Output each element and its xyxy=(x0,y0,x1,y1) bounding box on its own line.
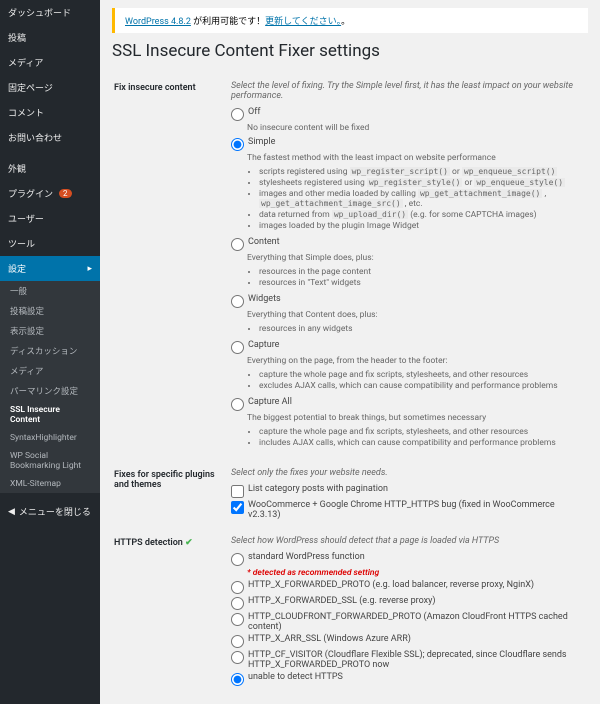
fixes2-desc: Select only the fixes your website needs… xyxy=(231,468,586,478)
radio-capture[interactable] xyxy=(231,341,244,354)
content-list: resources in the page contentresources i… xyxy=(259,267,586,288)
capture-desc: Everything on the page, from the header … xyxy=(247,356,586,366)
https-heading: HTTPS detection ✔ xyxy=(114,530,229,694)
radio-simple[interactable] xyxy=(231,138,244,151)
sidebar-item-tools[interactable]: ツール xyxy=(0,231,100,256)
radio-widgets[interactable] xyxy=(231,295,244,308)
collapse-icon: ◀ xyxy=(8,507,15,517)
check-icon: ✔ xyxy=(185,538,193,548)
simple-desc: The fastest method with the least impact… xyxy=(247,153,586,163)
admin-sidebar: ダッシュボード 投稿 メディア 固定ページ コメント お問い合わせ 外観 プラグ… xyxy=(0,0,100,704)
update-link[interactable]: 更新してください。 xyxy=(265,17,341,27)
sidebar-item-dashboard[interactable]: ダッシュボード xyxy=(0,0,100,25)
check-woo[interactable] xyxy=(231,501,244,514)
sidebar-item-contact[interactable]: お問い合わせ xyxy=(0,125,100,150)
radio-https-xfp[interactable] xyxy=(231,581,244,594)
radio-https-cloudfront[interactable] xyxy=(231,613,244,626)
sub-xmlsitemap[interactable]: XML-Sitemap xyxy=(0,475,100,493)
widgets-desc: Everything that Content does, plus: xyxy=(247,310,586,320)
radio-https-standard[interactable] xyxy=(231,553,244,566)
widgets-list: resources in any widgets xyxy=(259,324,586,334)
sidebar-item-settings[interactable]: 設定▸ xyxy=(0,256,100,281)
fix-heading: Fix insecure content xyxy=(114,75,229,460)
content-desc: Everything that Simple does, plus: xyxy=(247,253,586,263)
radio-https-unable[interactable] xyxy=(231,673,244,686)
sidebar-item-appearance[interactable]: 外観 xyxy=(0,156,100,181)
collapse-menu[interactable]: ◀ メニューを閉じる xyxy=(0,499,100,524)
radio-https-arr[interactable] xyxy=(231,635,244,648)
sub-writing[interactable]: 投稿設定 xyxy=(0,301,100,321)
sub-media[interactable]: メディア xyxy=(0,361,100,381)
radio-captureall[interactable] xyxy=(231,398,244,411)
wp-version-link[interactable]: WordPress 4.8.2 xyxy=(125,17,191,27)
chevron-right-icon: ▸ xyxy=(87,264,92,274)
sub-ssl-insecure[interactable]: SSL Insecure Content xyxy=(0,401,100,429)
radio-content[interactable] xyxy=(231,238,244,251)
main-content: WordPress 4.8.2 が利用可能です！更新してください。。 SSL I… xyxy=(100,0,600,704)
sidebar-item-plugins[interactable]: プラグイン2 xyxy=(0,181,100,206)
sidebar-item-users[interactable]: ユーザー xyxy=(0,206,100,231)
sub-general[interactable]: 一般 xyxy=(0,281,100,301)
sidebar-item-pages[interactable]: 固定ページ xyxy=(0,75,100,100)
recommended-label: * detected as recommended setting xyxy=(247,568,586,578)
radio-https-xfs[interactable] xyxy=(231,597,244,610)
update-notice: WordPress 4.8.2 が利用可能です！更新してください。。 xyxy=(112,8,588,33)
fix-desc: Select the level of fixing. Try the Simp… xyxy=(231,81,586,101)
check-listcat[interactable] xyxy=(231,485,244,498)
captureall-desc: The biggest potential to break things, b… xyxy=(247,413,586,423)
sidebar-item-comments[interactable]: コメント xyxy=(0,100,100,125)
page-title: SSL Insecure Content Fixer settings xyxy=(112,41,588,61)
sub-discussion[interactable]: ディスカッション xyxy=(0,341,100,361)
capture-list: capture the whole page and fix scripts, … xyxy=(259,370,586,391)
settings-submenu: 一般 投稿設定 表示設定 ディスカッション メディア パーマリンク設定 SSL … xyxy=(0,281,100,493)
off-desc: No insecure content will be fixed xyxy=(247,123,586,133)
sub-permalink[interactable]: パーマリンク設定 xyxy=(0,381,100,401)
fixes2-heading: Fixes for specific plugins and themes xyxy=(114,462,229,528)
plugin-update-badge: 2 xyxy=(59,189,72,198)
sidebar-item-posts[interactable]: 投稿 xyxy=(0,25,100,50)
sub-reading[interactable]: 表示設定 xyxy=(0,321,100,341)
https-desc: Select how WordPress should detect that … xyxy=(231,536,586,546)
sub-syntax[interactable]: SyntaxHighlighter xyxy=(0,429,100,447)
radio-https-cf[interactable] xyxy=(231,651,244,664)
sidebar-item-media[interactable]: メディア xyxy=(0,50,100,75)
sub-wpsocial[interactable]: WP Social Bookmarking Light xyxy=(0,447,100,475)
radio-off[interactable] xyxy=(231,108,244,121)
simple-list: scripts registered using wp_register_scr… xyxy=(259,167,586,231)
captureall-list: capture the whole page and fix scripts, … xyxy=(259,427,586,448)
